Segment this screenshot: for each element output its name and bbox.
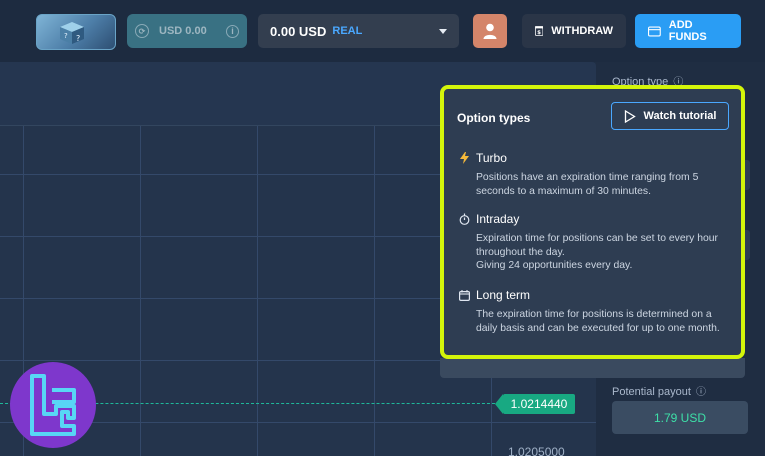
option-turbo: Turbo Positions have an expiration time … [457,151,727,198]
option-description-extra: Giving 24 opportunities every day. [476,260,633,271]
svg-text:?: ? [64,32,68,40]
option-intraday: Intraday Expiration time for positions c… [457,212,727,273]
withdraw-button[interactable]: $ WITHDRAW [522,14,626,48]
user-avatar-button[interactable] [473,14,507,48]
account-balance: 0.00 USD [270,23,327,39]
play-icon [624,109,636,123]
grid-line [140,126,141,456]
option-name: Turbo [476,151,507,165]
watch-tutorial-button[interactable]: Watch tutorial [611,102,729,130]
account-selector[interactable]: 0.00 USD REAL [258,14,459,48]
logo-icon [30,374,76,436]
calendar-icon [457,289,471,301]
svg-text:?: ? [76,34,80,43]
popup-footer [440,358,745,378]
mystery-box-button[interactable]: ? ? [36,14,116,50]
option-long-term: Long term The expiration time for positi… [457,288,727,335]
tutorial-label: Watch tutorial [643,110,717,122]
add-funds-label: ADD FUNDS [668,19,707,43]
option-name: Intraday [476,212,520,226]
option-description: Expiration time for positions can be set… [476,233,718,258]
top-bar: ? ? ⟳ USD 0.00 i 0.00 USD REAL $ WITHDRA… [0,0,765,62]
option-description: The expiration time for positions is det… [476,309,720,334]
grid-line [257,126,258,456]
option-name: Long term [476,288,531,302]
price-axis-label: 1.0205000 [508,445,565,456]
stopwatch-icon [457,213,471,225]
current-price-tag: 1.0214440 [495,394,575,414]
popup-title: Option types [457,111,531,125]
option-description: Positions have an expiration time rangin… [476,172,699,197]
brand-logo [10,362,96,448]
bonus-balance-label: USD 0.00 [159,25,207,37]
lightning-icon [457,152,471,164]
potential-payout-label: Potential payout ⓘ [612,386,706,398]
add-funds-button[interactable]: ADD FUNDS [635,14,741,48]
info-icon[interactable]: ⓘ [696,387,706,398]
chevron-down-icon [439,28,447,34]
account-type-badge: REAL [332,25,363,37]
withdraw-icon: $ [535,26,544,36]
payout-value: 1.79 USD [612,401,748,434]
user-icon [483,23,497,39]
coin-icon: ⟳ [135,24,149,38]
info-icon[interactable]: i [226,24,239,38]
withdraw-label: WITHDRAW [551,25,613,37]
cube-icon: ? ? [60,22,84,44]
card-icon [648,25,661,37]
option-types-popup: Option types Watch tutorial Turbo Positi… [440,85,745,359]
bonus-balance-button[interactable]: ⟳ USD 0.00 i [127,14,247,48]
grid-line [374,126,375,456]
svg-text:$: $ [537,30,541,36]
